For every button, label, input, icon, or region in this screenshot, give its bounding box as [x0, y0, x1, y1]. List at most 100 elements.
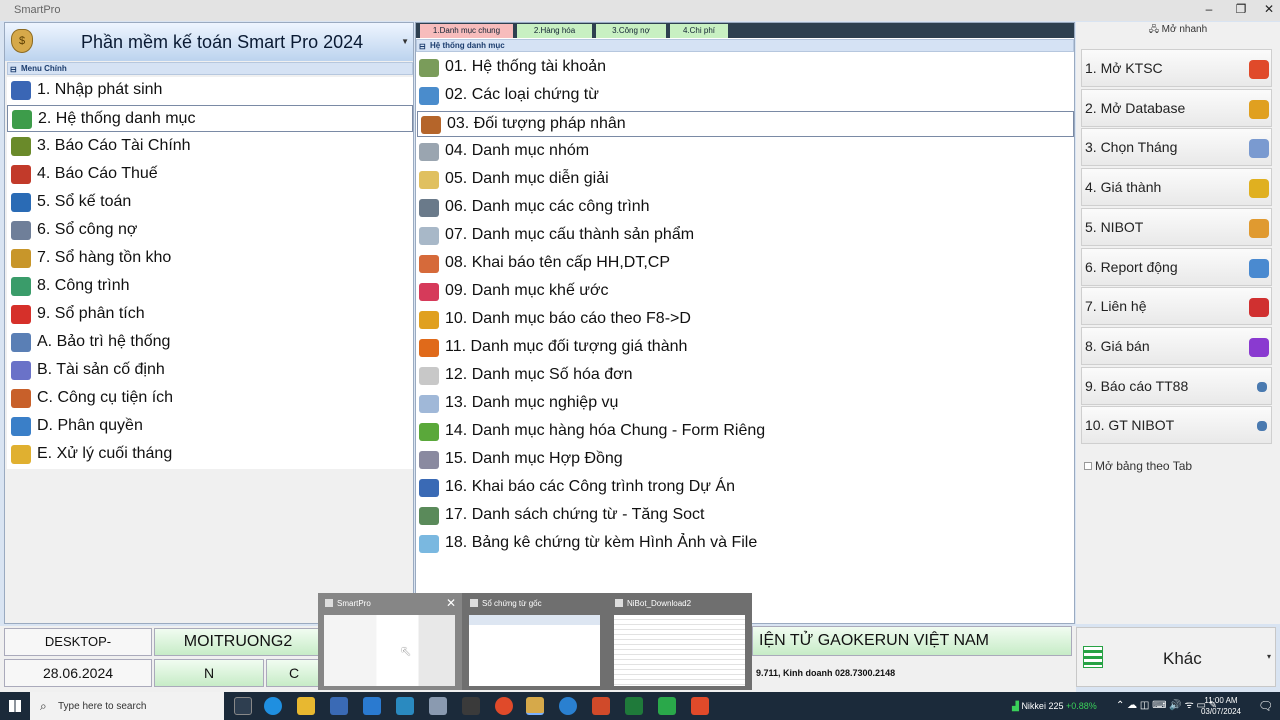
quick-open-button[interactable]: 6. Report động — [1081, 247, 1272, 286]
category-item-label: 10. Danh mục báo cáo theo F8->D — [445, 310, 691, 327]
menu-item[interactable]: 2. Hệ thống danh mục — [7, 105, 413, 132]
category-item[interactable]: 16. Khai báo các Công trình trong Dự Án — [416, 475, 1074, 501]
menu-item[interactable]: 9. Sổ phân tích — [7, 301, 413, 328]
sigma-icon — [1249, 179, 1269, 199]
report-icon — [1249, 258, 1269, 278]
database-icon — [11, 417, 31, 436]
quick-open-button[interactable]: 2. Mở Database — [1081, 88, 1272, 127]
thumbnail-title: SmartPro — [337, 599, 371, 608]
start-button[interactable] — [0, 692, 30, 720]
menu-item[interactable]: 4. Báo Cáo Thuế — [7, 161, 413, 188]
boxes-icon — [419, 255, 439, 273]
tab-2[interactable]: 2.Hàng hóa — [517, 24, 594, 38]
category-item-label: 03. Đối tượng pháp nhân — [447, 115, 626, 132]
mail-icon[interactable] — [363, 697, 381, 715]
taskbar-search[interactable]: ⌕ Type here to search — [30, 692, 224, 720]
quick-open-button[interactable]: 8. Giá bán — [1081, 326, 1272, 365]
tab-1[interactable]: 1.Danh mục chung — [420, 24, 515, 38]
app-icon[interactable] — [559, 697, 577, 715]
app-icon[interactable] — [462, 697, 480, 715]
store-icon[interactable] — [330, 697, 348, 715]
taskbar-thumbnails: SmartPro ✕ Sổ chứng từ gốc NiBot_Downloa… — [318, 593, 752, 690]
thumbnail-smartpro[interactable]: SmartPro ✕ — [318, 593, 462, 690]
category-item[interactable]: 10. Danh mục báo cáo theo F8->D — [416, 307, 1074, 333]
tab-3[interactable]: 3.Công nợ — [596, 24, 668, 38]
stock-change: +0.88% — [1065, 701, 1097, 711]
app-icon[interactable] — [396, 697, 414, 715]
quick-open-button[interactable]: 5. NIBOT — [1081, 207, 1272, 246]
category-item[interactable]: 12. Danh mục Số hóa đơn — [416, 363, 1074, 389]
menu-item[interactable]: 7. Sổ hàng tồn kho — [7, 245, 413, 272]
smartpro-icon[interactable] — [526, 697, 544, 715]
menu-header[interactable]: ⊟ Menu Chính — [7, 62, 413, 75]
menu-item[interactable]: 3. Báo Cáo Tài Chính — [7, 133, 413, 160]
tab-4[interactable]: 4.Chi phí — [670, 24, 730, 38]
quick-open-button[interactable]: 4. Giá thành — [1081, 168, 1272, 207]
category-item[interactable]: 17. Danh sách chứng từ - Tăng Soct — [416, 503, 1074, 529]
menu-item[interactable]: 5. Sổ kế toán — [7, 189, 413, 216]
thumbnail-preview — [324, 615, 455, 686]
open-tab-checkbox[interactable]: Mở bảng theo Tab — [1084, 459, 1192, 473]
menu-item[interactable]: B. Tài sản cố định — [7, 357, 413, 384]
checkbox-box[interactable] — [1084, 462, 1092, 470]
menu-item[interactable]: E. Xử lý cuối tháng — [7, 441, 413, 468]
menu-item[interactable]: A. Bảo trì hệ thống — [7, 329, 413, 356]
contract-icon — [419, 283, 439, 301]
category-item-label: 08. Khai báo tên cấp HH,DT,CP — [445, 254, 671, 271]
edge-icon[interactable] — [264, 697, 282, 715]
menu-item[interactable]: D. Phân quyền — [7, 413, 413, 440]
quick-open-button[interactable]: 10. GT NIBOT — [1081, 406, 1272, 445]
category-item[interactable]: 11. Danh mục đối tượng giá thành — [416, 335, 1074, 361]
quick-open-button-label: 3. Chọn Tháng — [1085, 139, 1178, 156]
task-view-icon[interactable] — [234, 697, 252, 715]
category-item-label: 07. Danh mục cấu thành sản phẩm — [445, 226, 695, 243]
taskbar-clock[interactable]: 11:00 AM 03/07/2024 — [1196, 695, 1246, 717]
file-explorer-icon[interactable] — [297, 697, 315, 715]
quick-open-button[interactable]: 3. Chọn Tháng — [1081, 128, 1272, 167]
close-button[interactable]: ✕ — [1254, 2, 1280, 16]
menu-item[interactable]: 8. Công trình — [7, 273, 413, 300]
app-icon[interactable] — [691, 697, 709, 715]
thumbnail-so-chung-tu-goc[interactable]: Sổ chứng từ gốc — [463, 593, 607, 690]
category-item[interactable]: 15. Danh mục Hợp Đồng — [416, 447, 1074, 473]
quick-open-button-label: 9. Báo cáo TT88 — [1085, 377, 1189, 394]
stock-widget[interactable]: ▟ Nikkei 225 +0.88% — [1012, 692, 1097, 720]
thumbnail-nibot-download[interactable]: NiBot_Download2 — [608, 593, 752, 690]
app-icon[interactable] — [429, 697, 447, 715]
category-item[interactable]: 01. Hệ thống tài khoản — [416, 55, 1074, 81]
category-item[interactable]: 03. Đối tượng pháp nhân — [417, 111, 1074, 137]
notification-icon[interactable]: 🗨 — [1258, 692, 1273, 720]
menu-item[interactable]: 1. Nhập phát sinh — [7, 77, 413, 104]
other-button[interactable]: Khác ▾ — [1076, 627, 1276, 687]
menu-item[interactable]: C. Công cụ tiện ích — [7, 385, 413, 412]
excel-icon[interactable] — [625, 697, 643, 715]
category-item[interactable]: 09. Danh mục khế ước — [416, 279, 1074, 305]
section-header[interactable]: ⊟ Hệ thống danh mục — [416, 39, 1074, 52]
powerpoint-icon[interactable] — [592, 697, 610, 715]
small-report-icon — [1257, 381, 1267, 392]
window-title: SmartPro — [14, 4, 61, 16]
category-item[interactable]: 07. Danh mục cấu thành sản phẩm — [416, 223, 1074, 249]
app-icon[interactable] — [658, 697, 676, 715]
chevron-down-icon: ▼ — [401, 37, 409, 46]
category-item[interactable]: 02. Các loại chứng từ — [416, 83, 1074, 109]
quick-open-button[interactable]: 7. Liên hệ — [1081, 287, 1272, 326]
category-item[interactable]: 06. Danh mục các công trình — [416, 195, 1074, 221]
thumbnail-preview — [469, 615, 600, 686]
category-item[interactable]: 13. Danh mục nghiệp vụ — [416, 391, 1074, 417]
menu-item[interactable]: 6. Sổ công nợ — [7, 217, 413, 244]
minimize-button[interactable]: – — [1194, 2, 1224, 16]
chrome-icon[interactable] — [495, 697, 513, 715]
window-titlebar: SmartPro – ❐ ✕ — [0, 0, 1280, 21]
category-item[interactable]: 05. Danh mục diễn giải — [416, 167, 1074, 193]
app-title-bar[interactable]: $ Phần mềm kế toán Smart Pro 2024 ▼ — [5, 23, 413, 61]
category-item[interactable]: 08. Khai báo tên cấp HH,DT,CP — [416, 251, 1074, 277]
close-icon[interactable]: ✕ — [446, 596, 456, 610]
restore-button[interactable]: ❐ — [1226, 2, 1256, 16]
status-phone: 9.711, Kinh doanh 028.7300.2148 — [756, 668, 896, 678]
category-item[interactable]: 18. Bảng kê chứng từ kèm Hình Ảnh và Fil… — [416, 531, 1074, 557]
quick-open-button[interactable]: 9. Báo cáo TT88 — [1081, 366, 1272, 405]
category-item[interactable]: 14. Danh mục hàng hóa Chung - Form Riêng — [416, 419, 1074, 445]
category-item[interactable]: 04. Danh mục nhóm — [416, 139, 1074, 165]
quick-open-button[interactable]: 1. Mở KTSC — [1081, 49, 1272, 87]
